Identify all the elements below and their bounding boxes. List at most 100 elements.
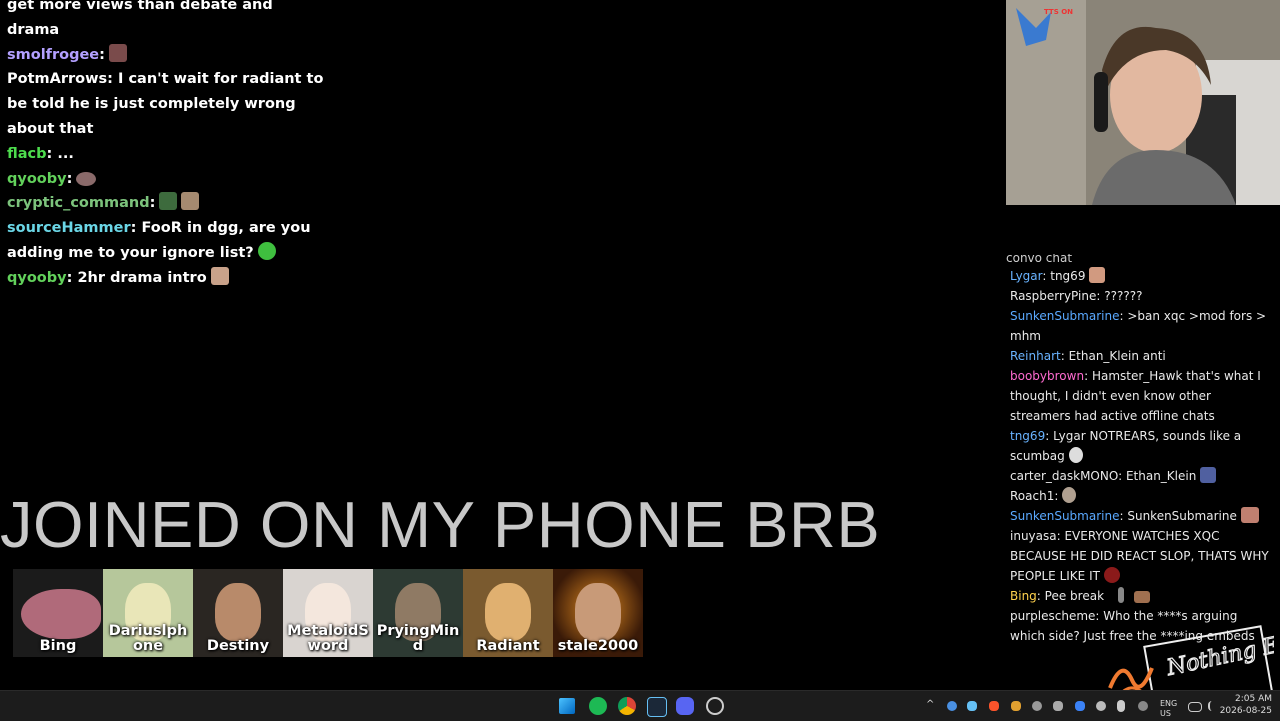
- volume-icon[interactable]: [1208, 701, 1220, 711]
- discord-icon[interactable]: [676, 697, 694, 715]
- chat-message-text: convo chat: [1006, 254, 1073, 265]
- spotify-icon[interactable]: [589, 697, 607, 715]
- tray-app-icon[interactable]: [947, 701, 957, 711]
- participant-tile-radiant: Radiant: [463, 569, 553, 657]
- tray-overflow-chevron-icon[interactable]: ^: [926, 699, 934, 710]
- participant-name: Radiant: [476, 638, 540, 654]
- chat-message: Roach1:: [1006, 486, 1272, 506]
- chat-username: qyooby: [7, 269, 67, 286]
- chat-username: SunkenSubmarine: [1010, 509, 1120, 523]
- chat-message: smolfrogee:: [7, 43, 327, 68]
- chat-message: flacb: ...: [7, 145, 74, 162]
- participant-tile-metaloidsword: MetaloidS word: [283, 569, 373, 657]
- tts-logo-icon: TTS ON: [1044, 8, 1073, 16]
- tray-brave-icon[interactable]: [989, 701, 999, 711]
- taskbar: ^ ENG US 2:05 AM 2026-08-25: [0, 690, 1280, 721]
- chat-username: PotmArrows: [7, 71, 108, 88]
- left-chat-overlay: get more views than debate and drama smo…: [7, 0, 327, 291]
- chat-message: qyooby: 2hr drama intro: [7, 266, 327, 291]
- chat-username: flacb: [7, 145, 47, 162]
- system-clock[interactable]: 2:05 AM 2026-08-25: [1220, 693, 1272, 717]
- chrome-icon[interactable]: [618, 697, 636, 715]
- chat-message-text: Ethan_Klein anti: [1068, 349, 1166, 363]
- chat-message-text: get more views than debate and drama: [7, 0, 273, 38]
- face-emote-icon: [210, 266, 229, 285]
- tray-app-icon[interactable]: [1011, 701, 1021, 711]
- chat-username: qyooby: [7, 170, 67, 187]
- participant-name: stale2000: [557, 638, 639, 654]
- clock-time: 2:05 AM: [1235, 694, 1272, 704]
- participant-tile-dariuslphone: Dariuslph one: [103, 569, 193, 657]
- tray-steam-icon[interactable]: [967, 701, 977, 711]
- language-indicator[interactable]: ENG US: [1160, 699, 1180, 719]
- cat-emote-icon: [181, 192, 200, 211]
- tray-app-icon[interactable]: [1075, 701, 1085, 711]
- tray-app-icon[interactable]: [1032, 701, 1042, 711]
- participant-tile-destiny: Destiny: [193, 569, 283, 657]
- pepe-emote-icon: [159, 192, 178, 211]
- emote-icon: [1089, 267, 1106, 283]
- avatar: [575, 583, 621, 641]
- chat-message: Bing: Pee break: [1006, 586, 1272, 606]
- webcam-feed: TTS ON: [1006, 0, 1280, 205]
- participant-name: Bing: [39, 638, 77, 654]
- right-chat-overlay: convo chat Lygar: tng69 RaspberryPine: ?…: [1006, 254, 1272, 646]
- chat-username: tng69: [1010, 429, 1046, 443]
- avatar: [21, 589, 101, 639]
- chat-message-text: tng69: [1050, 269, 1086, 283]
- start-icon[interactable]: [559, 698, 575, 714]
- participant-tile-pryingmind: PryingMin d: [373, 569, 463, 657]
- chat-message: qyooby:: [7, 167, 327, 192]
- chat-message: SunkenSubmarine: >ban xqc >mod fors > mh…: [1010, 309, 1267, 343]
- emote-icon: [1200, 467, 1217, 483]
- tray-app-icon[interactable]: [1138, 701, 1148, 711]
- emote-icon: [1103, 567, 1120, 583]
- emote-icon: [1118, 587, 1125, 603]
- chat-username: Lygar: [1010, 269, 1043, 283]
- chat-message: RaspberryPine: ??????: [1010, 289, 1143, 303]
- chat-message: PotmArrows: I can't wait for radiant to …: [7, 71, 324, 137]
- participant-tile-bing: Bing: [13, 569, 103, 657]
- participant-name: MetaloidS word: [287, 623, 369, 654]
- frog-emote-icon: [108, 43, 127, 62]
- chat-username: boobybrown: [1010, 369, 1085, 383]
- chat-message-text: Lygar NOTREARS, sounds like a scumbag: [1010, 429, 1242, 463]
- chat-message: SunkenSubmarine: SunkenSubmarine: [1006, 506, 1272, 526]
- avatar: [485, 583, 531, 641]
- chat-message-text: 2hr drama intro: [77, 269, 207, 286]
- chat-username: carter_daskMONO: [1010, 469, 1119, 483]
- participant-tiles: Bing Dariuslph one Destiny MetaloidS wor…: [13, 569, 643, 657]
- chat-message-text: ??????: [1104, 289, 1143, 303]
- skull-icon: [1068, 447, 1083, 463]
- obs-icon[interactable]: [706, 697, 724, 715]
- brb-banner: JOINED ON MY PHONE BRB: [0, 488, 881, 561]
- tray-app-icon[interactable]: [1053, 701, 1063, 711]
- tray-app-icon[interactable]: [1096, 701, 1106, 711]
- steam-icon[interactable]: [647, 697, 667, 717]
- pointing-emote-icon: [76, 171, 97, 186]
- avatar: [215, 583, 261, 641]
- chat-username: Reinhart: [1010, 349, 1061, 363]
- chat-username: RaspberryPine: [1010, 289, 1097, 303]
- chat-username: purplescheme: [1010, 609, 1096, 623]
- emote-icon: [1240, 507, 1259, 523]
- emote-icon: [1062, 487, 1077, 503]
- clock-date: 2026-08-25: [1219, 706, 1272, 716]
- chat-message: carter_daskMONO: Ethan_Klein: [1006, 466, 1272, 486]
- chat-message-text: Pee break: [1044, 589, 1105, 603]
- chat-username: inuyasa: [1010, 529, 1057, 543]
- chat-message: Lygar: tng69: [1006, 266, 1272, 286]
- chat-message: Reinhart: Ethan_Klein anti: [1010, 349, 1166, 363]
- network-icon[interactable]: [1188, 702, 1202, 712]
- chat-username: smolfrogee: [7, 46, 100, 63]
- participant-name: Dariuslph one: [108, 623, 188, 654]
- emote-icon: [1134, 591, 1151, 603]
- chat-message: convo chat: [1006, 254, 1272, 266]
- microphone-icon[interactable]: [1117, 700, 1125, 712]
- chat-message: inuyasa: EVERYONE WATCHES XQC BECAUSE HE…: [1010, 529, 1269, 583]
- participant-tile-stale2000: stale2000: [553, 569, 643, 657]
- chat-username: cryptic_command: [7, 195, 150, 212]
- chat-message: boobybrown: Hamster_Hawk that's what I t…: [1010, 369, 1261, 423]
- chat-message: sourceHammer: FooR in dgg, are you addin…: [7, 220, 311, 261]
- participant-name: PryingMin d: [376, 623, 460, 654]
